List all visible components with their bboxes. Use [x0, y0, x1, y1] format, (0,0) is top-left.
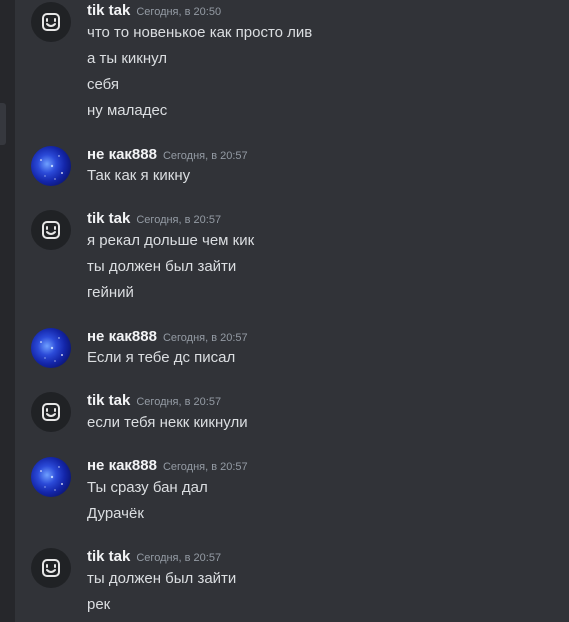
message-text: рек — [87, 596, 111, 613]
bot-face-icon[interactable] — [31, 210, 71, 250]
message-text: Ты сразу бан дал — [87, 479, 208, 496]
username[interactable]: tik tak — [87, 2, 130, 19]
channel-sidebar-edge — [0, 0, 15, 622]
message-text: Так как я кикну — [87, 167, 191, 184]
message-header: не как888 Сегодня, в 20:57 — [87, 455, 248, 477]
timestamp: Сегодня, в 20:57 — [162, 332, 248, 344]
message-text: ну маладес — [87, 102, 168, 119]
message-text: что то новенькое как просто лив — [87, 24, 313, 41]
username[interactable]: не как888 — [87, 328, 157, 345]
message-text: я рекал дольше чем кик — [87, 232, 255, 249]
message-text: если тебя некк кикнули — [87, 414, 248, 431]
message-header: tik tak Сегодня, в 20:57 — [87, 208, 221, 230]
username[interactable]: не как888 — [87, 457, 157, 474]
timestamp: Сегодня, в 20:57 — [162, 150, 248, 162]
timestamp: Сегодня, в 20:50 — [136, 6, 222, 18]
message-text: гейний — [87, 284, 134, 301]
message-header: tik tak Сегодня, в 20:50 — [87, 0, 221, 22]
bot-face-icon[interactable] — [31, 392, 71, 432]
timestamp: Сегодня, в 20:57 — [136, 396, 222, 408]
message-text: Дурачёк — [87, 505, 144, 522]
username[interactable]: tik tak — [87, 392, 130, 409]
username[interactable]: не как888 — [87, 146, 157, 163]
username[interactable]: tik tak — [87, 210, 130, 227]
message-header: tik tak Сегодня, в 20:57 — [87, 546, 221, 568]
space-avatar[interactable] — [31, 457, 71, 497]
message-text: Если я тебе дс писал — [87, 349, 236, 366]
message-text: а ты кикнул — [87, 50, 168, 67]
message-header: не как888 Сегодня, в 20:57 — [87, 144, 248, 166]
bot-face-icon[interactable] — [31, 548, 71, 588]
message-header: не как888 Сегодня, в 20:57 — [87, 326, 248, 348]
message-text: ты должен был зайти — [87, 570, 237, 587]
timestamp: Сегодня, в 20:57 — [162, 461, 248, 473]
message-list: tik tak Сегодня, в 20:50 что то новенькое… — [15, 0, 569, 622]
chat-window: tik tak Сегодня, в 20:50 что то новенькое… — [0, 0, 569, 622]
space-avatar[interactable] — [31, 328, 71, 368]
timestamp: Сегодня, в 20:57 — [136, 552, 222, 564]
username[interactable]: tik tak — [87, 548, 130, 565]
space-avatar[interactable] — [31, 146, 71, 186]
timestamp: Сегодня, в 20:57 — [136, 214, 222, 226]
message-text: ты должен был зайти — [87, 258, 237, 275]
bot-face-icon[interactable] — [31, 2, 71, 42]
message-header: tik tak Сегодня, в 20:57 — [87, 390, 221, 412]
message-text: себя — [87, 76, 120, 93]
sidebar-scroll-thumb[interactable] — [0, 103, 6, 145]
